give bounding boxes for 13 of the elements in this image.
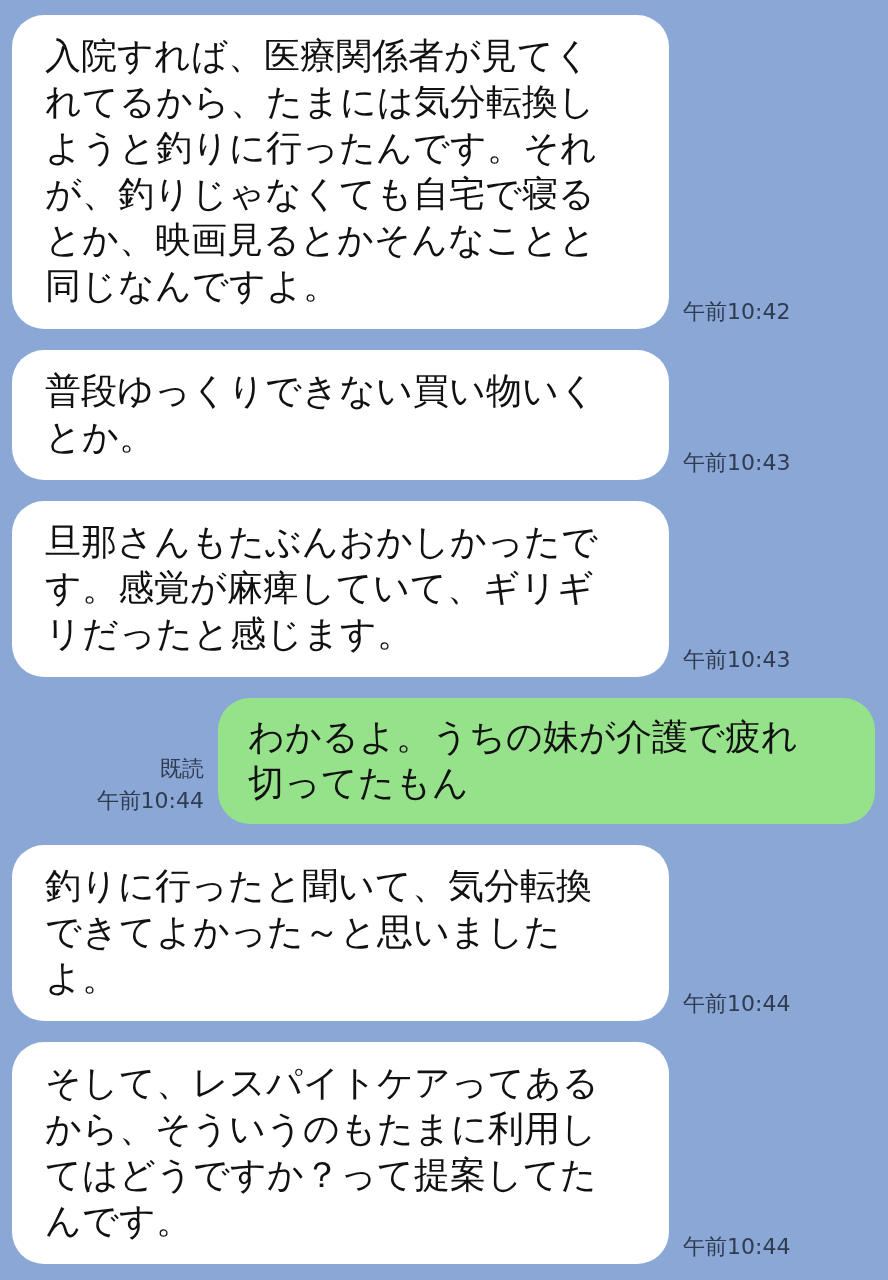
message-time: 午前10:44 — [683, 1233, 791, 1261]
message-time: 午前10:44 — [96, 787, 204, 815]
message-time: 午前10:44 — [683, 990, 791, 1018]
message-time: 午前10:43 — [683, 449, 791, 477]
message-bubble: 旦那さんもたぶんおかしかったで す。感覚が麻痺していて、ギリギ リだったと感じます。 — [12, 501, 669, 677]
message-time: 午前10:42 — [683, 298, 791, 326]
message-bubble: 普段ゆっくりできない買い物いく とか。 — [12, 350, 669, 480]
message-bubble: 入院すれば、医療関係者が見てく れてるから、たまには気分転換し ようと釣りに行ったんです。それ が、釣りじゃなくても自宅で寝る とか、映画見るとかそんなことと 同じなんですよ。 — [12, 15, 669, 329]
message-bubble: 釣りに行ったと聞いて、気分転換 できてよかった～と思いました よ。 — [12, 845, 669, 1021]
message-bubble: そして、レスパイトケアってある から、そういうのもたまに利用し てはどうですか？って提案してた んです。 — [12, 1042, 669, 1264]
read-receipt: 既読 — [160, 755, 204, 783]
message-bubble: わかるよ。うちの妹が介護で疲れ 切ってたもん — [218, 698, 875, 824]
message-time: 午前10:43 — [683, 646, 791, 674]
